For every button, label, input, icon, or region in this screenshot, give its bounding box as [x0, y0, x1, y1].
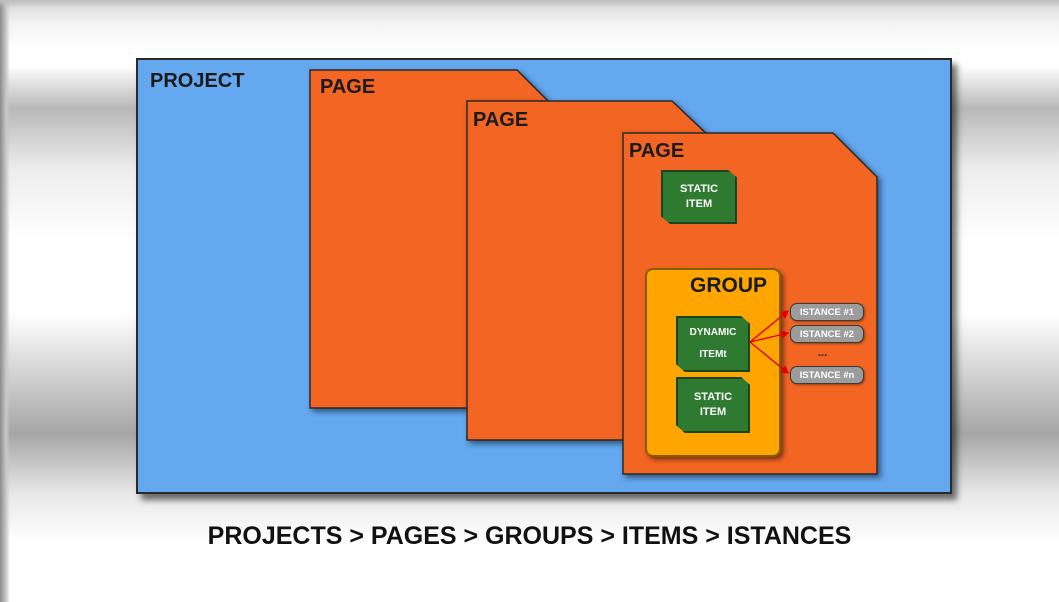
- page-label-1: PAGE: [320, 76, 376, 98]
- group-label: GROUP: [689, 274, 767, 297]
- page-label-2: PAGE: [473, 109, 529, 131]
- static-item-group-line1: STATIC: [693, 391, 733, 403]
- instance-n: ISTANCE #n: [790, 366, 864, 384]
- dynamic-item-line2: ITEMt: [699, 349, 727, 360]
- instance-2: ISTANCE #2: [790, 325, 864, 343]
- dynamic-item: DYNAMIC ITEMt: [676, 316, 750, 372]
- static-item-page-line2: ITEM: [685, 198, 713, 210]
- dynamic-item-line1: DYNAMIC: [689, 327, 737, 338]
- hierarchy-caption: PROJECTS > PAGES > GROUPS > ITEMS > ISTA…: [207, 522, 852, 550]
- static-item-page: STATIC ITEM: [661, 170, 737, 224]
- instance-1: ISTANCE #1: [790, 303, 864, 321]
- instance-ellipsis: ...: [818, 347, 828, 359]
- slide-background: PROJECT PAGE PAGE PAGE STATIC ITEM GROUP…: [0, 0, 1059, 602]
- page-label-3: PAGE: [629, 140, 685, 162]
- static-item-page-line1: STATIC: [679, 183, 719, 195]
- project-label: PROJECT: [150, 70, 245, 92]
- static-item-group-line2: ITEM: [699, 406, 727, 418]
- static-item-group: STATIC ITEM: [676, 377, 750, 433]
